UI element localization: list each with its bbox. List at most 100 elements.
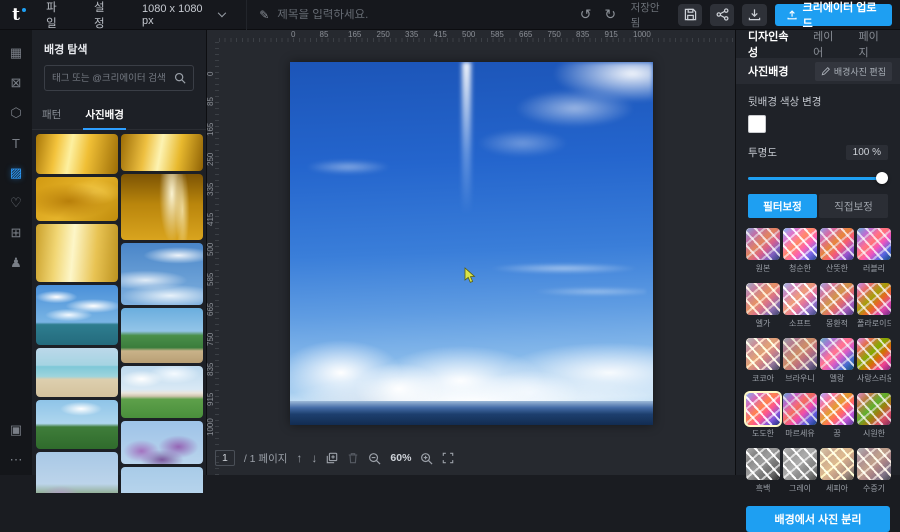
filter-thumbnail[interactable] xyxy=(820,448,854,480)
element-icon[interactable]: ⬡ xyxy=(0,98,32,128)
favorite-icon[interactable]: ♡ xyxy=(0,188,32,218)
filter-thumbnail[interactable] xyxy=(857,283,891,315)
filter-thumbnail[interactable] xyxy=(746,448,780,480)
photo-icon[interactable]: ⊠ xyxy=(0,68,32,98)
menu-file[interactable]: 파일 xyxy=(32,0,80,31)
opacity-slider[interactable] xyxy=(748,172,888,184)
undo-icon[interactable]: ↺ xyxy=(577,6,594,23)
chevron-down-icon xyxy=(217,9,225,17)
thumbnail-green-hills[interactable] xyxy=(36,400,118,449)
filter-item[interactable]: 코코아 xyxy=(746,338,780,384)
filter-item[interactable]: 산뜻한 xyxy=(820,228,854,274)
zoom-in-icon[interactable] xyxy=(420,452,433,465)
bg-color-swatch[interactable] xyxy=(748,115,766,133)
filter-item[interactable]: 러블리 xyxy=(857,228,891,274)
filter-thumbnail[interactable] xyxy=(857,448,891,480)
filter-item[interactable]: 청순한 xyxy=(783,228,817,274)
document-title-input[interactable] xyxy=(277,9,577,21)
thumbnail-gold-gradient-2[interactable] xyxy=(121,134,203,171)
background-icon[interactable]: ▨ xyxy=(0,158,32,188)
save-button[interactable] xyxy=(678,4,702,26)
zoom-level[interactable]: 60% xyxy=(390,452,411,464)
filter-thumbnail[interactable] xyxy=(820,393,854,425)
filter-item[interactable]: 소프트 xyxy=(783,283,817,329)
filter-item[interactable]: 엘가 xyxy=(746,283,780,329)
page-down-icon[interactable]: ↓ xyxy=(311,451,317,465)
filter-item[interactable]: 시원한 xyxy=(857,393,891,439)
menu-settings[interactable]: 설정 xyxy=(80,0,128,31)
filter-item[interactable]: 수증기 xyxy=(857,448,891,494)
filter-item[interactable]: 마르세유 xyxy=(783,393,817,439)
slider-thumb[interactable] xyxy=(876,172,888,184)
filter-item[interactable]: 사랑스러운 xyxy=(857,338,891,384)
filter-item[interactable]: 그레이 xyxy=(783,448,817,494)
properties-tab-1[interactable]: 레이어 xyxy=(813,28,842,60)
thumbnail-gold-texture[interactable] xyxy=(36,177,118,221)
thumbnail-sky-clouds[interactable] xyxy=(121,243,203,305)
filter-item[interactable]: 브라우니 xyxy=(783,338,817,384)
thumbnail-coast-road[interactable] xyxy=(121,308,203,363)
canvas-size-dropdown[interactable]: 1080 x 1080 px xyxy=(134,0,232,31)
thumbnail-sky-over-sea[interactable] xyxy=(36,285,118,345)
search-icon[interactable] xyxy=(174,72,186,84)
filter-item[interactable]: 원본 xyxy=(746,228,780,274)
filter-thumbnail[interactable] xyxy=(820,283,854,315)
thumbnail-gold-gradient[interactable] xyxy=(36,134,118,174)
correction-tab-0[interactable]: 필터보정 xyxy=(748,194,817,218)
gift-icon[interactable]: ▣ xyxy=(0,415,32,445)
filter-thumbnail[interactable] xyxy=(783,448,817,480)
thumbnail-house-meadow[interactable] xyxy=(121,366,203,418)
thumbnail-gold-pale[interactable] xyxy=(36,224,118,282)
thumbnail-lilac[interactable] xyxy=(36,452,118,493)
search-input[interactable] xyxy=(52,73,168,84)
template-icon[interactable]: ▦ xyxy=(0,38,32,68)
filter-thumbnail[interactable] xyxy=(783,393,817,425)
zoom-out-icon[interactable] xyxy=(368,452,381,465)
filter-thumbnail[interactable] xyxy=(746,393,780,425)
add-page-icon[interactable] xyxy=(326,452,338,464)
app-logo[interactable]: t xyxy=(0,5,32,25)
filter-item[interactable]: 몽환적 xyxy=(820,283,854,329)
correction-tab-1[interactable]: 직접보정 xyxy=(819,194,888,218)
text-icon[interactable]: T xyxy=(0,128,32,158)
page-up-icon[interactable]: ↑ xyxy=(296,451,302,465)
thumbnail-beach[interactable] xyxy=(36,348,118,397)
delete-page-icon[interactable] xyxy=(347,452,359,464)
creator-upload-button[interactable]: 크리에이터 업로드 xyxy=(775,4,892,26)
filter-thumbnail[interactable] xyxy=(857,393,891,425)
properties-tab-2[interactable]: 페이지 xyxy=(859,28,888,60)
redo-icon[interactable]: ↻ xyxy=(602,6,619,23)
filter-thumbnail[interactable] xyxy=(746,228,780,260)
background-tab-0[interactable]: 패턴 xyxy=(32,101,71,129)
edit-background-photo-button[interactable]: 배경사진 편집 xyxy=(815,62,892,81)
properties-tab-0[interactable]: 디자인속성 xyxy=(748,28,797,60)
filter-item[interactable]: 폴라로이드 xyxy=(857,283,891,329)
background-tab-1[interactable]: 사진배경 xyxy=(75,101,134,129)
separate-photo-button[interactable]: 배경에서 사진 분리 xyxy=(746,506,890,532)
filter-thumbnail[interactable] xyxy=(820,228,854,260)
share-button[interactable] xyxy=(710,4,734,26)
filter-thumbnail[interactable] xyxy=(783,338,817,370)
filter-thumbnail[interactable] xyxy=(783,283,817,315)
download-button[interactable] xyxy=(742,4,766,26)
design-canvas[interactable] xyxy=(290,62,653,425)
filter-thumbnail[interactable] xyxy=(746,283,780,315)
filter-thumbnail[interactable] xyxy=(857,338,891,370)
filter-thumbnail[interactable] xyxy=(820,338,854,370)
workspace: 0851652503354155005856657508359151000 08… xyxy=(207,30,735,475)
fit-screen-icon[interactable] xyxy=(442,452,454,464)
thumbnail-purple-flowers[interactable] xyxy=(121,421,203,464)
filter-thumbnail[interactable] xyxy=(857,228,891,260)
filter-item[interactable]: 세피아 xyxy=(820,448,854,494)
filter-item[interactable]: 도도한 xyxy=(746,393,780,439)
filter-thumbnail[interactable] xyxy=(746,338,780,370)
filter-item[interactable]: 멜랑 xyxy=(820,338,854,384)
more-icon[interactable]: ⋯ xyxy=(0,445,32,475)
thumbnail-sky-plain[interactable] xyxy=(121,467,203,493)
filter-thumbnail[interactable] xyxy=(783,228,817,260)
thumbnail-gold-beam[interactable] xyxy=(121,174,203,240)
profile-icon[interactable]: ♟ xyxy=(0,248,32,278)
filter-item[interactable]: 꿈 xyxy=(820,393,854,439)
add-icon[interactable]: ⊞ xyxy=(0,218,32,248)
filter-item[interactable]: 흑백 xyxy=(746,448,780,494)
